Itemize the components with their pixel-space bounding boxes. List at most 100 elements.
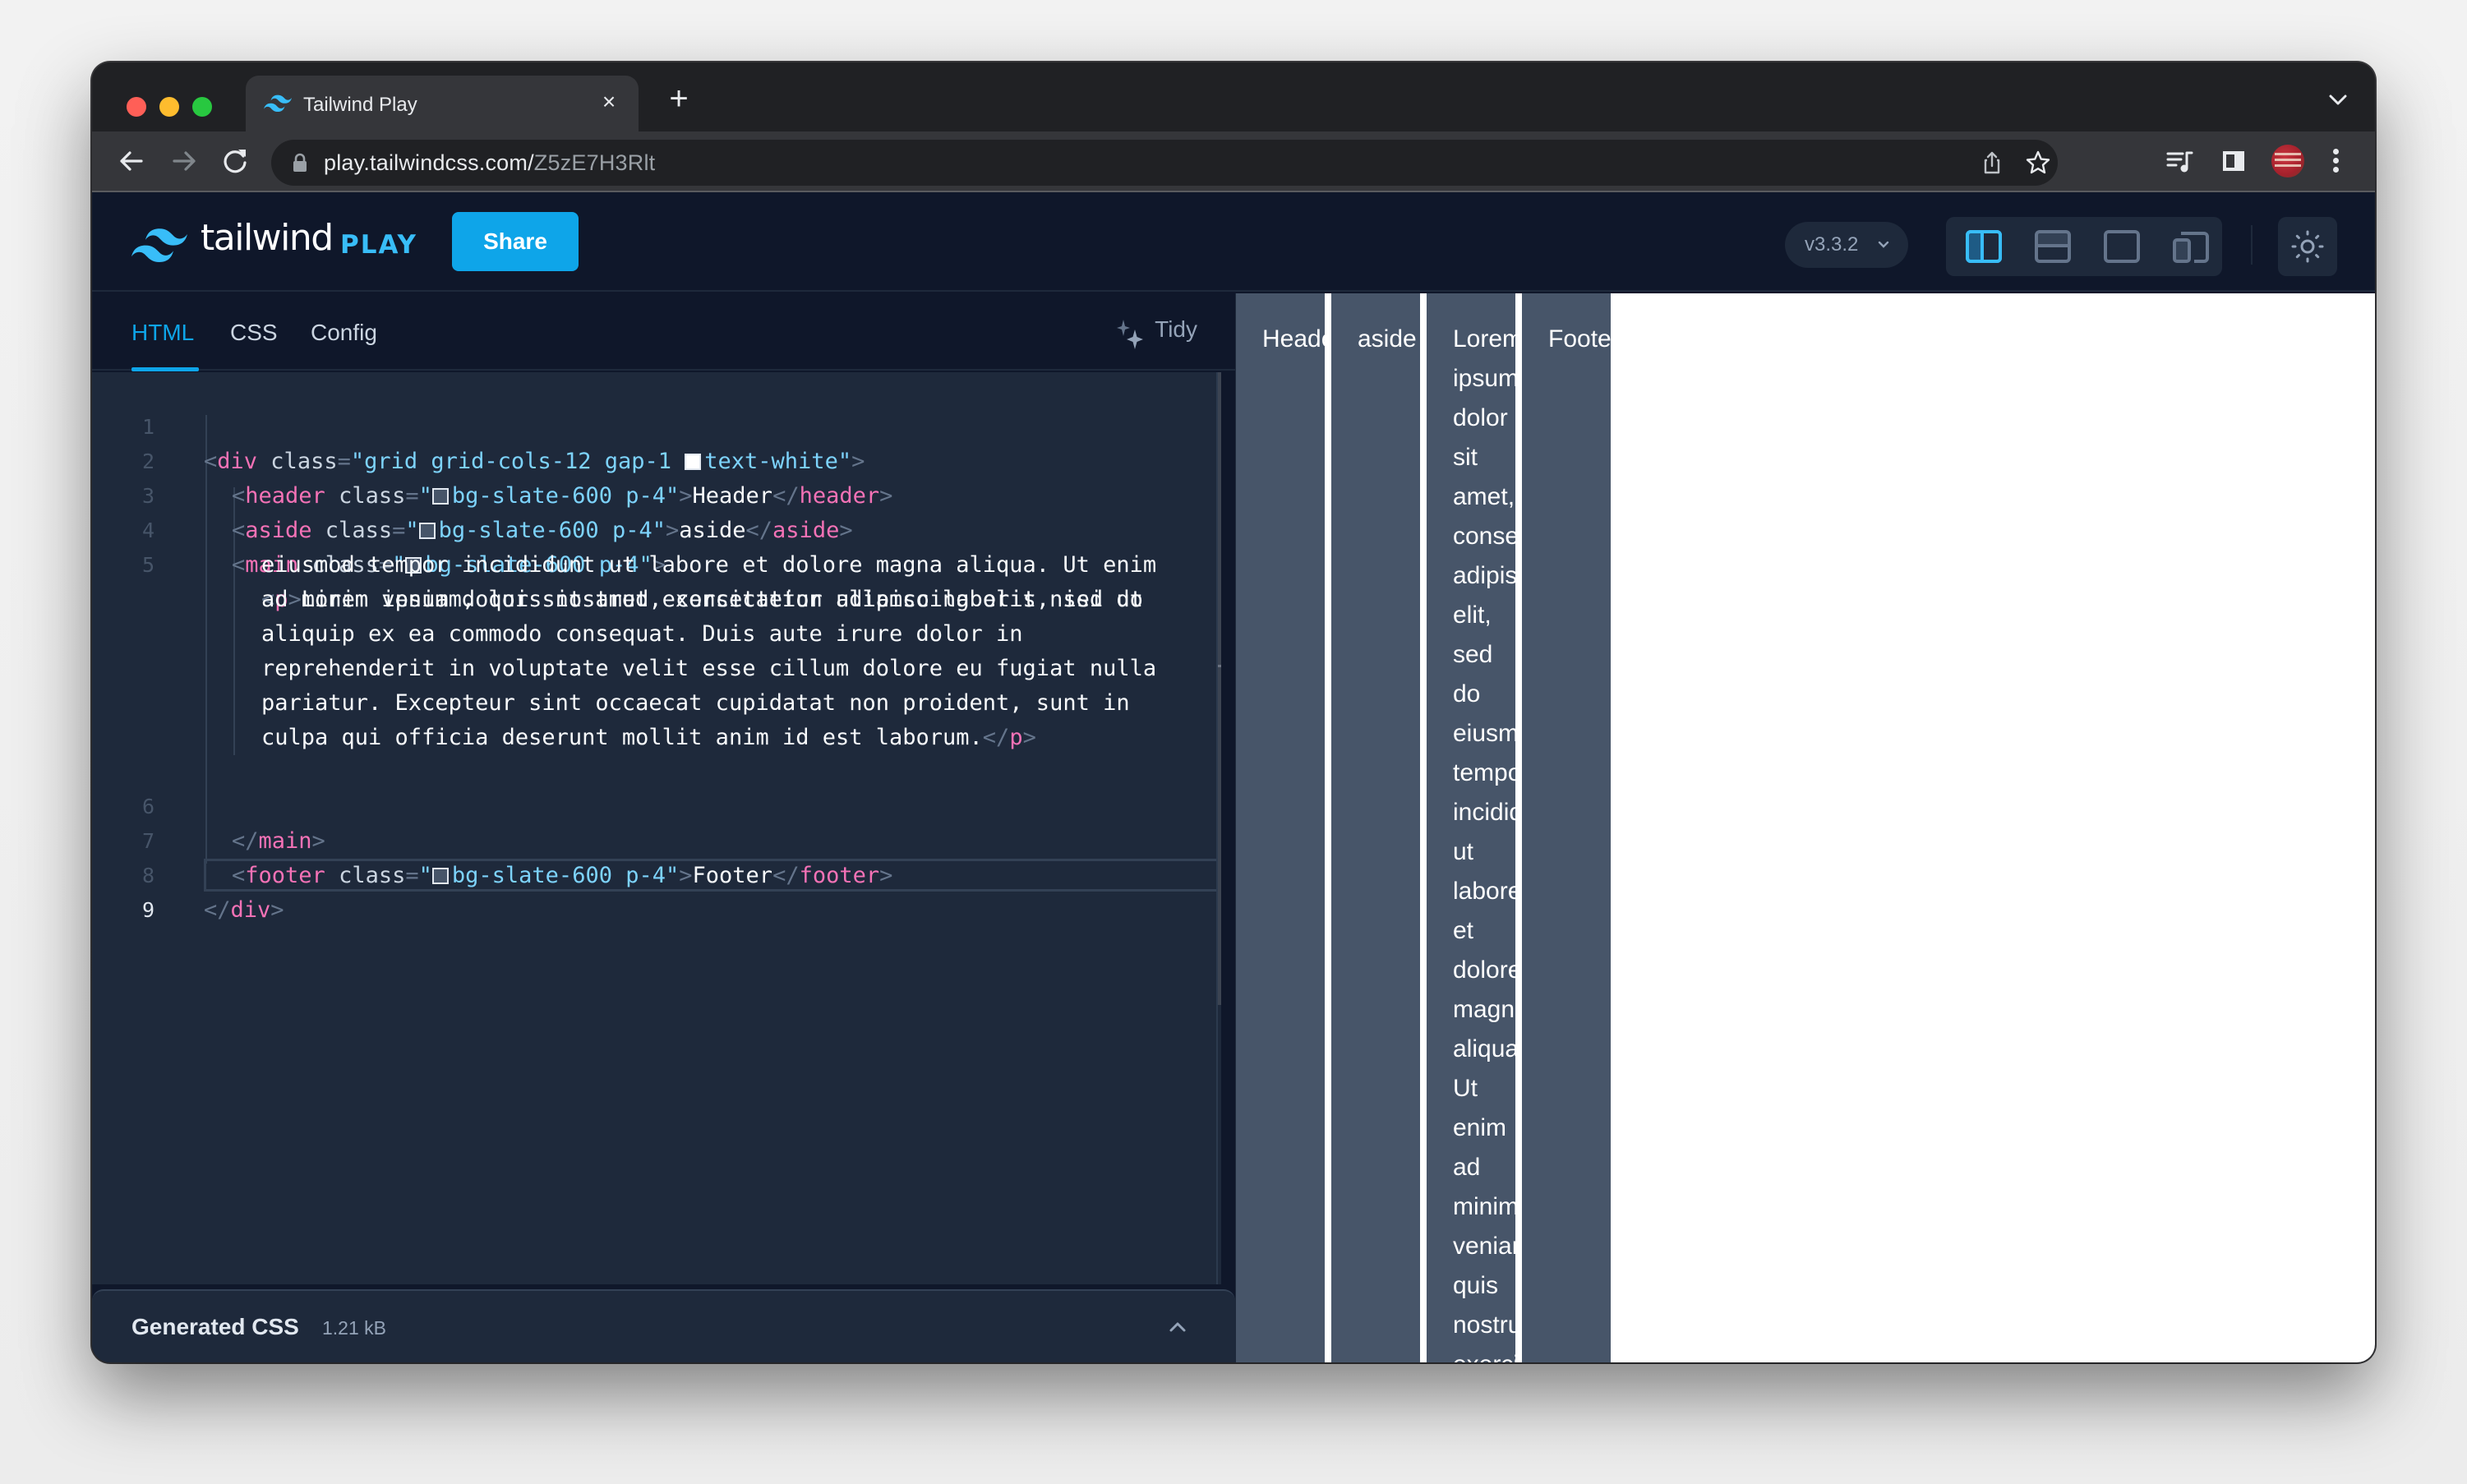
color-swatch-slate [431, 488, 449, 505]
url-host: play.tailwindcss.com/ [324, 150, 534, 175]
attr-value: text-white [704, 449, 838, 474]
line-number: 9 [141, 898, 154, 922]
tag-name: aside [772, 518, 840, 543]
responsive-design-icon [2173, 232, 2209, 263]
scrollbar-cursor-marker [1218, 665, 1221, 667]
preview-header: Header [1236, 293, 1325, 1362]
close-tab-icon[interactable]: × [594, 87, 624, 117]
color-swatch-slate [418, 523, 436, 539]
color-swatch-white [685, 454, 702, 470]
code-line-3: 3 <aside class=" bg-slate-600 p-4">aside<… [92, 445, 853, 543]
tab-css[interactable]: CSS [230, 320, 278, 346]
generated-css-size: 1.21 kB [322, 1317, 386, 1339]
tab-search-chevron-icon[interactable] [2326, 87, 2350, 112]
back-arrow-icon[interactable] [113, 143, 150, 179]
profile-avatar[interactable] [2271, 145, 2304, 177]
editor-pane: HTML CSS Config Tidy 1 <div class="grid … [92, 293, 1235, 1362]
logo-play-label: PLAY [340, 230, 417, 260]
bookmark-star-icon[interactable] [2025, 150, 2051, 176]
tailwind-favicon-icon [264, 94, 292, 113]
reload-icon[interactable] [217, 143, 253, 179]
layout-horizontal-split-button[interactable] [2022, 225, 2084, 268]
preview-only-icon [2104, 230, 2140, 263]
theme-toggle-button[interactable] [2278, 217, 2337, 276]
address-bar[interactable]: play.tailwindcss.com/Z5zE7H3Rlt [271, 140, 2058, 186]
generated-css-panel[interactable]: Generated CSS 1.21 kB [92, 1289, 1235, 1362]
preview-grid: Header aside Lorem ipsum dolor sit amet,… [1236, 293, 1611, 1362]
attr-name: class [311, 518, 393, 543]
new-tab-button[interactable]: + [661, 82, 697, 118]
paragraph-text: eiusmod tempor incididunt ut labore et d… [261, 552, 1157, 578]
horizontal-split-icon [2035, 230, 2071, 263]
url-path: Z5zE7H3Rlt [533, 150, 656, 175]
maximize-window-button[interactable] [192, 97, 212, 117]
version-label: v3.3.2 [1805, 233, 1859, 256]
layout-responsive-button[interactable] [2160, 225, 2222, 268]
preview-main: Lorem ipsum dolor sit amet, consectetur … [1427, 293, 1515, 1362]
url-text[interactable]: play.tailwindcss.com/Z5zE7H3Rlt [324, 150, 655, 176]
browser-menu-icon[interactable] [2327, 146, 2344, 176]
paragraph-text: aliquip ex ea commodo consequat. Duis au… [261, 621, 1023, 647]
tab-config[interactable]: Config [311, 320, 377, 346]
media-controls-icon[interactable] [2165, 146, 2194, 176]
paragraph-text: ad minim veniam, quis nostrud exercitati… [261, 587, 1143, 612]
paragraph-text: reprehenderit in voluptate velit esse ci… [261, 656, 1157, 681]
element-text: Header [692, 483, 773, 509]
code-line-8: 8 </div> [92, 824, 284, 923]
current-line-highlight [204, 859, 1221, 892]
active-tab-indicator [131, 367, 199, 371]
generated-css-title: Generated CSS [131, 1314, 299, 1339]
tab-strip: Tailwind Play × + [92, 62, 2375, 131]
preview-pane: Header aside Lorem ipsum dolor sit amet,… [1236, 293, 2375, 1362]
attr-name: class [325, 483, 406, 509]
paragraph-text: pariatur. Excepteur sint occaecat cupida… [261, 690, 1130, 716]
attr-value: grid grid-cols-12 gap-1 [364, 449, 685, 474]
layout-vertical-split-button[interactable] [1953, 225, 2015, 268]
chevron-up-icon[interactable] [1164, 1314, 1191, 1340]
lock-icon [293, 153, 307, 172]
browser-window: Tailwind Play × + play.tailwindcss.com/Z… [92, 62, 2375, 1362]
attr-value: bg-slate-600 p-4 [451, 483, 666, 509]
tidy-label: Tidy [1155, 316, 1197, 342]
layout-switcher [1946, 217, 2222, 276]
tab-html[interactable]: HTML [131, 320, 194, 346]
tidy-button[interactable]: Tidy [1117, 316, 1197, 349]
share-page-icon[interactable] [1979, 150, 2005, 176]
app-header: tailwind PLAY Share v3.3.2 [92, 192, 2375, 292]
editor-scrollbar-thumb[interactable] [1218, 372, 1221, 1005]
code-line-5: 5 <p>Lorem ipsum dolor sit amet, consect… [92, 514, 1143, 612]
share-button[interactable]: Share [452, 212, 579, 271]
element-text: aside [679, 518, 746, 543]
tag-name: main [258, 828, 312, 854]
vertical-split-icon [1966, 230, 2002, 263]
header-divider [2251, 225, 2253, 265]
code-line-2: 2 <header class=" bg-slate-600 p-4">Heade… [92, 410, 892, 509]
browser-tab[interactable]: Tailwind Play × [246, 76, 639, 131]
forward-arrow-icon[interactable] [166, 143, 202, 179]
version-select[interactable]: v3.3.2 [1785, 222, 1908, 268]
sun-icon [2291, 230, 2324, 263]
code-line-9: 9 [92, 859, 226, 922]
paragraph-text: culpa qui officia deserunt mollit anim i… [261, 725, 983, 750]
editor-tabs: HTML CSS Config Tidy [92, 293, 1235, 371]
tag-name: aside [245, 518, 312, 543]
sparkles-icon [1117, 320, 1144, 349]
preview-footer: Footer [1522, 293, 1611, 1362]
logo-wordmark: tailwind [201, 217, 334, 259]
preview-aside: aside [1331, 293, 1420, 1362]
minimize-window-button[interactable] [159, 97, 179, 117]
tailwind-logo-icon [131, 228, 187, 263]
attr-name: class [257, 449, 338, 474]
tag-name: div [230, 897, 271, 923]
line-number: 5 [141, 553, 154, 577]
tag-name: header [245, 483, 325, 509]
code-editor[interactable]: 1 <div class="grid grid-cols-12 gap-1 te… [92, 372, 1221, 1284]
code-line-1: 1 <div class="grid grid-cols-12 gap-1 te… [92, 376, 865, 474]
code-line-4: 4 <main class=" bg-slate-600 p-4"> [92, 479, 666, 578]
side-panel-icon[interactable] [2219, 146, 2248, 176]
close-window-button[interactable] [127, 97, 146, 117]
chevron-down-icon [1877, 222, 1890, 286]
layout-preview-only-button[interactable] [2091, 225, 2153, 268]
tag-name: p [1009, 725, 1023, 750]
tag-name: header [799, 483, 880, 509]
